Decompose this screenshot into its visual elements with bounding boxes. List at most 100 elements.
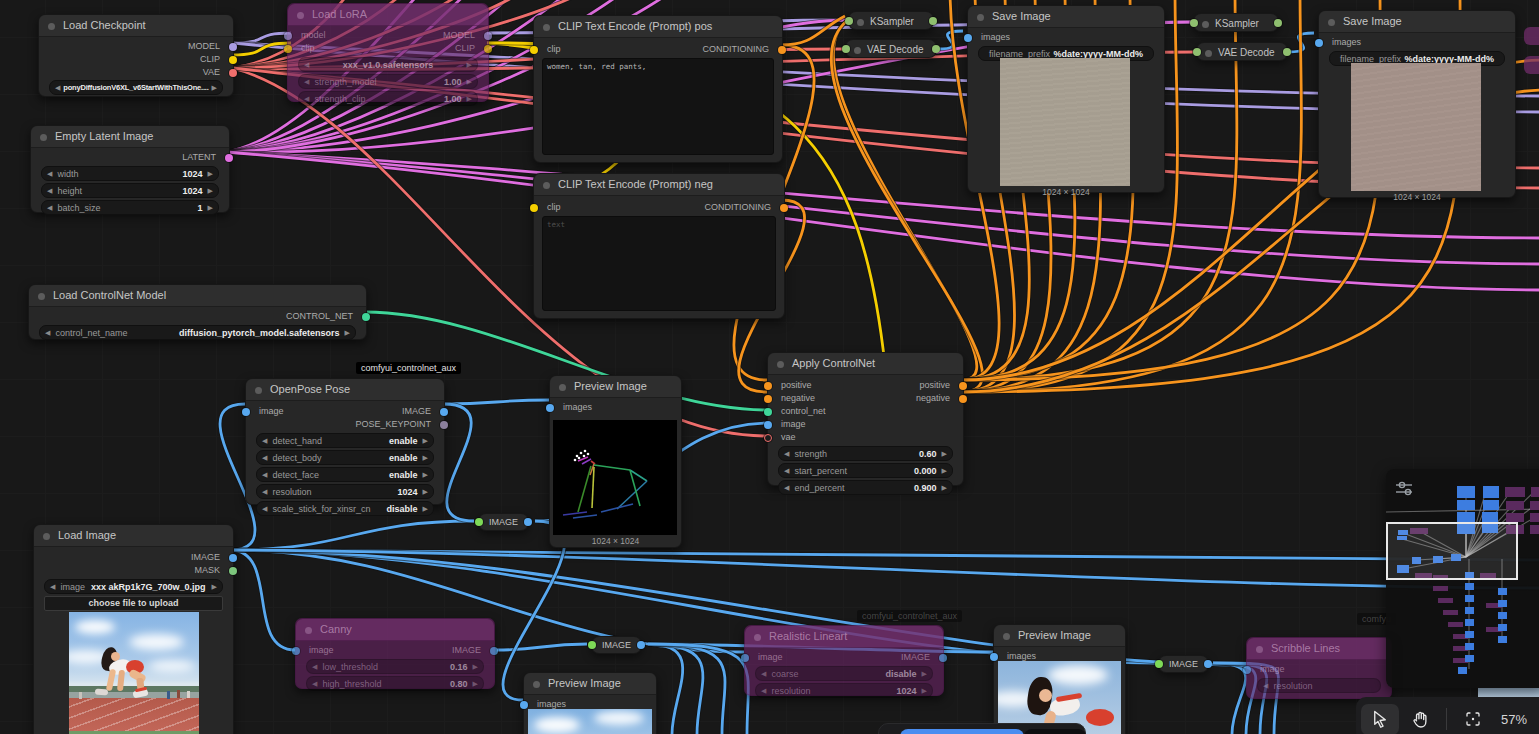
node-openpose-pose[interactable]: OpenPose Pose imageIMAGE POSE_KEYPOINT ◀…: [245, 378, 445, 505]
next-arrow-icon[interactable]: ▶: [212, 84, 217, 92]
end-percent-widget[interactable]: ◀end_percent0.900▶: [778, 480, 953, 495]
node-clip-text-encode-pos[interactable]: CLIP Text Encode (Prompt) pos clipCONDIT…: [533, 15, 783, 163]
high-threshold-widget[interactable]: ◀high_threshold0.80▶: [306, 676, 484, 691]
collapsed-output-slot[interactable]: [1283, 48, 1291, 56]
image-name-widget[interactable]: ◀imagexxx akRp1k7G_700w_0.jpg▶: [44, 579, 223, 594]
images-input-slot[interactable]: [990, 653, 998, 661]
control-net-name-widget[interactable]: ◀control_net_namediffusion_pytorch_model…: [39, 325, 356, 340]
image-output-slot[interactable]: [490, 647, 498, 655]
latent-output-slot[interactable]: [225, 154, 233, 162]
negative-output-slot[interactable]: [959, 395, 967, 403]
collapsed-output-slot[interactable]: [929, 17, 937, 25]
reroute-output-slot[interactable]: [637, 641, 645, 649]
vae-output-slot[interactable]: [229, 69, 237, 77]
zoom-level[interactable]: 57%: [1501, 712, 1527, 727]
clip-output-slot[interactable]: [484, 45, 492, 53]
node-vae-decode-collapsed[interactable]: VAE Decode: [845, 39, 937, 58]
ckpt-name-widget[interactable]: ◀ponyDiffusionV6XL_v6StartWithThisOne...…: [49, 80, 223, 95]
model-output-slot[interactable]: [229, 43, 237, 51]
node-scribble-lines[interactable]: Scribble Lines image ◀resolution: [1246, 637, 1392, 699]
conditioning-output-slot[interactable]: [780, 204, 788, 212]
images-input-slot[interactable]: [546, 404, 554, 412]
width-widget[interactable]: ◀width1024▶: [41, 166, 219, 181]
image-input-slot[interactable]: [292, 647, 300, 655]
node-clip-text-encode-neg[interactable]: CLIP Text Encode (Prompt) neg clipCONDIT…: [533, 173, 785, 319]
image-input-slot[interactable]: [741, 654, 749, 662]
collapsed-input-slot[interactable]: [845, 17, 853, 25]
prompt-textarea[interactable]: women, tan, red pants,: [542, 58, 774, 155]
reroute-image-node[interactable]: IMAGE: [591, 636, 642, 654]
strength-clip-widget[interactable]: ◀strength_clip1.00▶: [298, 91, 478, 106]
reroute-image-node[interactable]: IMAGE: [1158, 655, 1209, 673]
node-empty-latent-image[interactable]: Empty Latent Image LATENT ◀width1024▶ ◀h…: [30, 125, 230, 213]
minimap-panel[interactable]: [1386, 469, 1539, 688]
queue-counter[interactable]: [1024, 729, 1086, 734]
node-canny[interactable]: Canny imageIMAGE ◀low_threshold0.16▶ ◀hi…: [295, 618, 495, 689]
node-save-image[interactable]: Save Image images filename_prefix%date:y…: [967, 5, 1165, 193]
height-widget[interactable]: ◀height1024▶: [41, 183, 219, 198]
fit-view-button[interactable]: [1454, 704, 1492, 734]
images-input-slot[interactable]: [520, 701, 528, 709]
coarse-widget[interactable]: ◀coarsedisable▶: [755, 666, 933, 681]
clip-input-slot[interactable]: [530, 204, 538, 212]
resolution-widget[interactable]: ◀resolution1024▶: [256, 484, 434, 499]
detect-hand-widget[interactable]: ◀detect_handenable▶: [256, 433, 434, 448]
node-graph-canvas[interactable]: Load Checkpoint MODEL CLIP VAE ◀ponyDiff…: [0, 0, 1539, 734]
pose-keypoint-output-slot[interactable]: [440, 421, 448, 429]
node-realistic-lineart[interactable]: Realistic Lineart imageIMAGE ◀coarsedisa…: [744, 625, 944, 696]
images-input-slot[interactable]: [1315, 39, 1323, 47]
node-load-image[interactable]: Load Image IMAGE MASK ◀imagexxx akRp1k7G…: [33, 524, 234, 734]
control-net-output-slot[interactable]: [362, 313, 370, 321]
model-input-slot[interactable]: [284, 32, 292, 40]
strength-model-widget[interactable]: ◀strength_model1.00▶: [298, 74, 478, 89]
clip-output-slot[interactable]: [229, 56, 237, 64]
reroute-input-slot[interactable]: [1155, 660, 1163, 668]
resolution-widget[interactable]: ◀resolution1024▶: [755, 683, 933, 698]
image-output-slot[interactable]: [939, 654, 947, 662]
resolution-widget[interactable]: ◀resolution: [1257, 678, 1381, 693]
node-preview-image[interactable]: Preview Image images 1024 × 1024: [549, 375, 682, 548]
prompt-textarea[interactable]: text: [542, 216, 776, 311]
strength-widget[interactable]: ◀strength0.60▶: [778, 446, 953, 461]
pose-preview-image[interactable]: [553, 420, 677, 535]
minimap-viewport[interactable]: [1387, 523, 1517, 579]
pan-tool-button[interactable]: [1401, 704, 1439, 734]
image-output-slot[interactable]: [229, 554, 237, 562]
collapsed-input-slot[interactable]: [842, 45, 850, 53]
prev-arrow-icon[interactable]: ◀: [55, 84, 60, 92]
choose-file-button[interactable]: choose file to upload: [44, 596, 223, 611]
image-output-slot[interactable]: [440, 408, 448, 416]
node-apply-controlnet[interactable]: Apply ControlNet positivepositive negati…: [767, 352, 964, 486]
positive-input-slot[interactable]: [764, 382, 772, 390]
node-ksampler-collapsed[interactable]: KSampler: [1193, 13, 1279, 32]
model-output-slot[interactable]: [484, 32, 492, 40]
image-input-slot[interactable]: [764, 421, 772, 429]
clip-input-slot[interactable]: [530, 46, 538, 54]
reroute-output-slot[interactable]: [524, 518, 532, 526]
sky-preview-image[interactable]: [528, 709, 652, 734]
node-save-image[interactable]: Save Image images filename_prefix%date:y…: [1318, 10, 1516, 198]
reroute-image-node[interactable]: IMAGE: [478, 513, 529, 531]
detect-face-widget[interactable]: ◀detect_faceenable▶: [256, 467, 434, 482]
select-tool-button[interactable]: [1361, 704, 1399, 734]
queue-progress-bar[interactable]: [878, 723, 1086, 734]
collapsed-output-slot[interactable]: [1274, 19, 1282, 27]
node-load-checkpoint[interactable]: Load Checkpoint MODEL CLIP VAE ◀ponyDiff…: [38, 14, 234, 97]
collapse-dot-icon[interactable]: [48, 23, 55, 30]
collapsed-output-slot[interactable]: [932, 45, 940, 53]
queue-button[interactable]: [900, 729, 1024, 734]
node-load-controlnet-model[interactable]: Load ControlNet Model CONTROL_NET ◀contr…: [28, 284, 367, 340]
clip-input-slot[interactable]: [284, 45, 292, 53]
image-input-slot[interactable]: [1243, 666, 1251, 674]
node-preview-image[interactable]: Preview Image images: [523, 672, 657, 734]
node-preview-image[interactable]: Preview Image images: [993, 624, 1126, 734]
low-threshold-widget[interactable]: ◀low_threshold0.16▶: [306, 659, 484, 674]
image-input-slot[interactable]: [242, 408, 250, 416]
vae-input-slot[interactable]: [764, 434, 772, 442]
batch-size-widget[interactable]: ◀batch_size1▶: [41, 200, 219, 215]
node-ksampler-collapsed[interactable]: KSampler: [848, 11, 934, 30]
lora-name-widget[interactable]: ◀xxx_v1.0.safetensors▶: [298, 57, 478, 72]
reroute-output-slot[interactable]: [1204, 660, 1212, 668]
negative-input-slot[interactable]: [764, 395, 772, 403]
control-net-input-slot[interactable]: [764, 408, 772, 416]
